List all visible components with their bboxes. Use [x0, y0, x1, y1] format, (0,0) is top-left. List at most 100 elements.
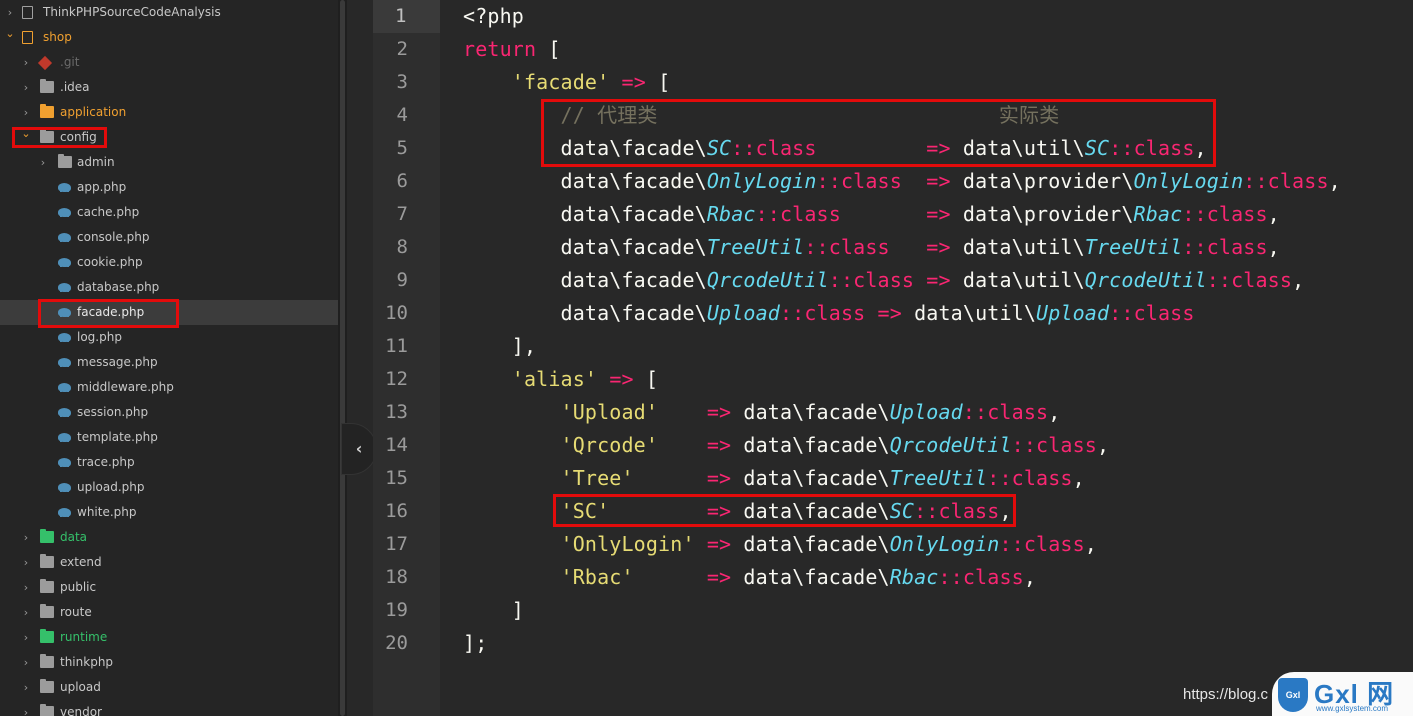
code-line[interactable]: data\facade\OnlyLogin::class => data\pro…	[463, 165, 1341, 198]
tree-item-idea[interactable]: › .idea	[0, 75, 338, 100]
tree-item-data[interactable]: › data	[0, 525, 338, 550]
tree-item-thinkphpsourcecodeanalysis[interactable]: › ThinkPHPSourceCodeAnalysis	[0, 0, 338, 25]
tree-item-label: session.php	[77, 405, 149, 419]
code-token: data\facade\	[731, 466, 890, 490]
code-line[interactable]: 'Rbac' => data\facade\Rbac::class,	[463, 561, 1036, 594]
chevron-down-icon[interactable]: ⌄	[4, 25, 16, 50]
code-line[interactable]: 'Qrcode' => data\facade\QrcodeUtil::clas…	[463, 429, 1109, 462]
line-number: 8	[396, 236, 408, 258]
tree-item-label: ThinkPHPSourceCodeAnalysis	[43, 5, 221, 19]
line-number: 20	[385, 632, 408, 654]
code-token: data\facade\	[463, 235, 707, 259]
tree-item-template-php[interactable]: template.php	[0, 425, 338, 450]
tree-item-message-php[interactable]: message.php	[0, 350, 338, 375]
highlight-box-config	[12, 127, 107, 148]
tree-item-label: extend	[60, 555, 102, 569]
tree-item-application[interactable]: › application	[0, 100, 338, 125]
code-line[interactable]: 'alias' => [	[463, 363, 658, 396]
code-token: 'alias'	[511, 367, 598, 391]
code-line[interactable]: return [	[463, 33, 561, 66]
tree-item-session-php[interactable]: session.php	[0, 400, 338, 425]
chevron-right-icon[interactable]: ›	[20, 600, 32, 625]
code-token: Rbac	[889, 565, 939, 589]
code-token: =>	[926, 202, 951, 226]
code-token: data\facade\	[463, 301, 707, 325]
code-line[interactable]: data\facade\QrcodeUtil::class => data\ut…	[463, 264, 1305, 297]
chevron-right-icon[interactable]: ›	[20, 550, 32, 575]
tree-item-thinkphp[interactable]: › thinkphp	[0, 650, 338, 675]
php-file-icon	[58, 208, 71, 217]
code-line[interactable]: data\facade\Rbac::class => data\provider…	[463, 198, 1280, 231]
tree-item-extend[interactable]: › extend	[0, 550, 338, 575]
watermark-url: https://blog.c	[1183, 686, 1269, 703]
chevron-right-icon[interactable]: ›	[20, 75, 32, 100]
chevron-right-icon[interactable]: ›	[20, 525, 32, 550]
chevron-right-icon[interactable]: ›	[4, 0, 16, 25]
code-line[interactable]: 'OnlyLogin' => data\facade\OnlyLogin::cl…	[463, 528, 1097, 561]
code-line[interactable]: data\facade\Upload::class => data\util\U…	[463, 297, 1195, 330]
tree-item-white-php[interactable]: white.php	[0, 500, 338, 525]
sidebar-scrollbar-thumb[interactable]	[340, 0, 345, 716]
tree-item-cookie-php[interactable]: cookie.php	[0, 250, 338, 275]
tree-item-git[interactable]: › .git	[0, 50, 338, 75]
code-line[interactable]: <?php	[463, 0, 524, 33]
sidebar-scrollbar[interactable]	[338, 0, 347, 716]
tree-item-shop[interactable]: ⌄ shop	[0, 25, 338, 50]
php-file-icon	[58, 483, 71, 492]
code-line[interactable]: ],	[463, 330, 536, 363]
code-token: 'Rbac'	[560, 565, 634, 589]
php-file-icon	[58, 458, 71, 467]
chevron-right-icon[interactable]: ›	[20, 700, 32, 716]
chevron-right-icon[interactable]: ›	[20, 650, 32, 675]
code-line[interactable]: ]	[463, 594, 524, 627]
line-number: 19	[385, 599, 408, 621]
tree-item-admin[interactable]: › admin	[0, 150, 338, 175]
code-token: QrcodeUtil	[706, 268, 829, 292]
tree-item-public[interactable]: › public	[0, 575, 338, 600]
line-number: 18	[385, 566, 408, 588]
tree-item-trace-php[interactable]: trace.php	[0, 450, 338, 475]
chevron-right-icon[interactable]: ›	[20, 100, 32, 125]
tree-item-label: admin	[77, 155, 115, 169]
php-file-icon	[58, 233, 71, 242]
code-token: =>	[926, 169, 951, 193]
code-token: QrcodeUtil	[1084, 268, 1207, 292]
tree-item-console-php[interactable]: console.php	[0, 225, 338, 250]
line-number: 15	[385, 467, 408, 489]
code-line[interactable]: data\facade\TreeUtil::class => data\util…	[463, 231, 1280, 264]
tree-item-database-php[interactable]: database.php	[0, 275, 338, 300]
tree-item-cache-php[interactable]: cache.php	[0, 200, 338, 225]
code-line[interactable]: 'facade' => [	[463, 66, 670, 99]
tree-item-log-php[interactable]: log.php	[0, 325, 338, 350]
tree-item-label: upload.php	[77, 480, 145, 494]
chevron-right-icon[interactable]: ›	[20, 625, 32, 650]
code-line[interactable]: 'Tree' => data\facade\TreeUtil::class,	[463, 462, 1085, 495]
code-token: =>	[706, 466, 732, 490]
tree-item-app-php[interactable]: app.php	[0, 175, 338, 200]
line-number: 11	[385, 335, 408, 357]
tree-item-upload[interactable]: › upload	[0, 675, 338, 700]
tree-item-middleware-php[interactable]: middleware.php	[0, 375, 338, 400]
tree-item-label: data	[60, 530, 88, 544]
chevron-right-icon[interactable]: ›	[20, 50, 32, 75]
chevron-right-icon[interactable]: ›	[37, 150, 49, 175]
tree-item-vendor[interactable]: › vendor	[0, 700, 338, 716]
tree-item-runtime[interactable]: › runtime	[0, 625, 338, 650]
code-line[interactable]: 'Upload' => data\facade\Upload::class,	[463, 396, 1061, 429]
code-line[interactable]: ];	[463, 627, 487, 660]
tree-item-upload-php[interactable]: upload.php	[0, 475, 338, 500]
code-token: ,	[1048, 400, 1061, 424]
chevron-right-icon[interactable]: ›	[20, 575, 32, 600]
tree-item-label: vendor	[60, 705, 102, 716]
code-token: OnlyLogin	[1133, 169, 1244, 193]
chevron-right-icon[interactable]: ›	[20, 675, 32, 700]
tree-item-route[interactable]: › route	[0, 600, 338, 625]
collapse-sidebar-button[interactable]: ‹	[341, 423, 377, 475]
code-token: =>	[706, 400, 732, 424]
